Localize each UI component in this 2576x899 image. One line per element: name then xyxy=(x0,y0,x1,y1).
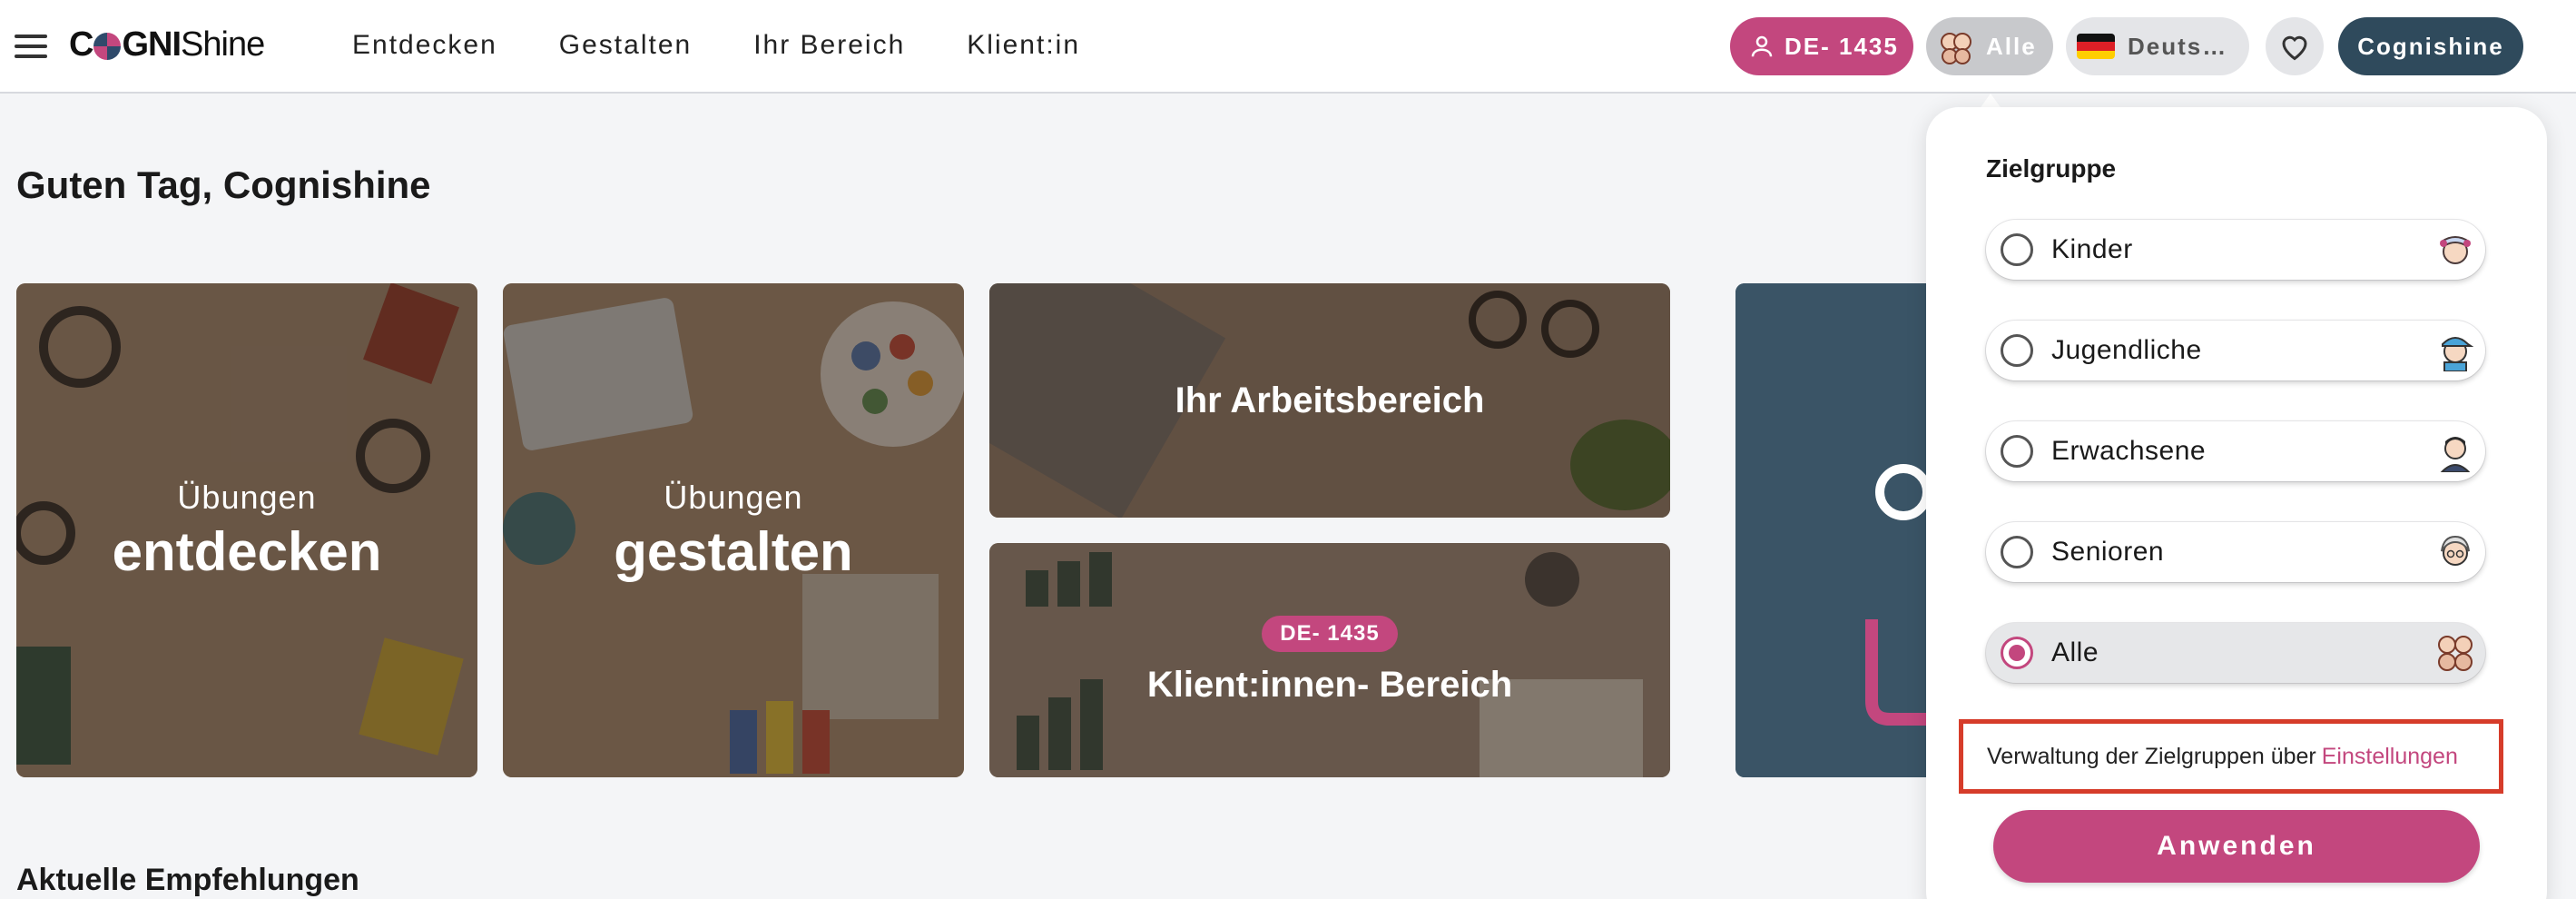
group-avatar-icon xyxy=(2438,636,2473,671)
senior-avatar-icon xyxy=(2441,535,2470,566)
favorites-button[interactable] xyxy=(2266,17,2324,75)
radio-button[interactable] xyxy=(2001,233,2033,266)
nav-klientin[interactable]: Klient:in xyxy=(967,30,1080,61)
audience-option-erwachsene[interactable]: Erwachsene xyxy=(1986,421,2485,481)
logo[interactable]: CO CGNIShine xyxy=(69,25,265,64)
audience-selector-button[interactable]: Alle xyxy=(1926,17,2053,75)
settings-link[interactable]: Einstellungen xyxy=(2322,744,2458,770)
workspace-tile[interactable]: Ihr Arbeitsbereich xyxy=(989,283,1670,518)
language-selector[interactable]: Deuts… xyxy=(2066,17,2249,75)
audience-option-jugendliche[interactable]: Jugendliche xyxy=(1986,321,2485,380)
radio-button[interactable] xyxy=(2001,334,2033,367)
client-area-tile[interactable]: DE- 1435 Klient:innen- Bereich xyxy=(989,543,1670,777)
heart-icon xyxy=(2282,35,2307,61)
audience-option-kinder[interactable]: Kinder xyxy=(1986,220,2485,280)
nav-gestalten[interactable]: Gestalten xyxy=(559,30,692,61)
client-id-badge: DE- 1435 xyxy=(1262,615,1398,652)
group-avatar-icon xyxy=(1941,33,1971,64)
menu-icon[interactable] xyxy=(15,35,47,58)
main-nav: Entdecken Gestalten Ihr Bereich Klient:i… xyxy=(352,30,1142,61)
nav-entdecken[interactable]: Entdecken xyxy=(352,30,497,61)
apply-button[interactable]: Anwenden xyxy=(1993,810,2480,883)
logo-mark-icon xyxy=(93,32,122,60)
recommendations-heading: Aktuelle Empfehlungen xyxy=(16,863,359,897)
radio-button[interactable] xyxy=(2001,536,2033,568)
client-id-button[interactable]: DE- 1435 xyxy=(1730,17,1913,75)
radio-button[interactable] xyxy=(2001,435,2033,468)
top-navbar: CO CGNIShine Entdecken Gestalten Ihr Ber… xyxy=(0,0,2576,94)
audience-dropdown: Zielgruppe Kinder Jugendliche Erwachsene… xyxy=(1926,107,2547,899)
manage-audiences-note: Verwaltung der Zielgruppen über Einstell… xyxy=(1959,719,2503,794)
radio-button-selected[interactable] xyxy=(2001,637,2033,669)
explore-exercises-tile[interactable]: Übungen entdecken xyxy=(16,283,477,777)
child-avatar-icon xyxy=(2440,236,2471,264)
user-icon xyxy=(1751,35,1773,57)
dropdown-title: Zielgruppe xyxy=(1986,154,2117,183)
audience-option-senioren[interactable]: Senioren xyxy=(1986,522,2485,582)
german-flag-icon xyxy=(2077,34,2115,59)
account-button[interactable]: Cognishine xyxy=(2338,17,2523,75)
audience-option-alle[interactable]: Alle xyxy=(1986,623,2485,683)
nav-ihr-bereich[interactable]: Ihr Bereich xyxy=(753,30,905,61)
adult-avatar-icon xyxy=(2440,437,2471,472)
page-greeting: Guten Tag, Cognishine xyxy=(16,163,431,206)
teen-avatar-icon xyxy=(2442,337,2474,371)
create-exercises-tile[interactable]: Übungen gestalten xyxy=(503,283,964,777)
